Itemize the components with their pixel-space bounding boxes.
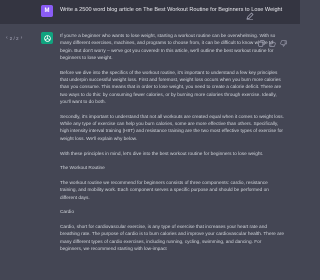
pager-label: 2 / 2 <box>9 35 19 41</box>
response-paragraph: If you're a beginner who wants to lose w… <box>60 34 276 62</box>
chat-page: M Write a 2500 word blog article on The … <box>0 0 300 280</box>
response-paragraph: The workout routine we recommend for beg… <box>60 180 269 201</box>
response-paragraph: Before we dive into the specifics of the… <box>60 70 282 106</box>
response-paragraph: Secondly, it's important to understand t… <box>60 114 284 142</box>
assistant-response: If you're a beginner who wants to lose w… <box>60 33 284 261</box>
copy-icon[interactable] <box>258 34 265 47</box>
section-heading: Cardio <box>60 210 74 216</box>
edit-icon[interactable] <box>246 7 254 20</box>
response-paragraph: Cardio, short for cardiovascular exercis… <box>60 224 284 252</box>
openai-logo-icon <box>41 32 53 44</box>
user-message-row: M Write a 2500 word blog article on The … <box>0 0 300 24</box>
previous-response-icon[interactable]: ‹ <box>6 34 8 42</box>
response-paragraph: With these principles in mind, let's div… <box>60 151 264 157</box>
thumbs-down-icon[interactable] <box>280 34 287 47</box>
assistant-message-row: ‹ 2 / 2 › If you're a beginner who wants… <box>0 24 300 280</box>
thumbs-up-icon[interactable] <box>269 34 276 47</box>
user-avatar: M <box>41 5 53 17</box>
next-response-icon[interactable]: › <box>21 34 23 42</box>
section-heading: The Workout Routine <box>60 166 105 172</box>
message-actions <box>258 34 287 47</box>
response-pager: ‹ 2 / 2 › <box>6 34 22 42</box>
